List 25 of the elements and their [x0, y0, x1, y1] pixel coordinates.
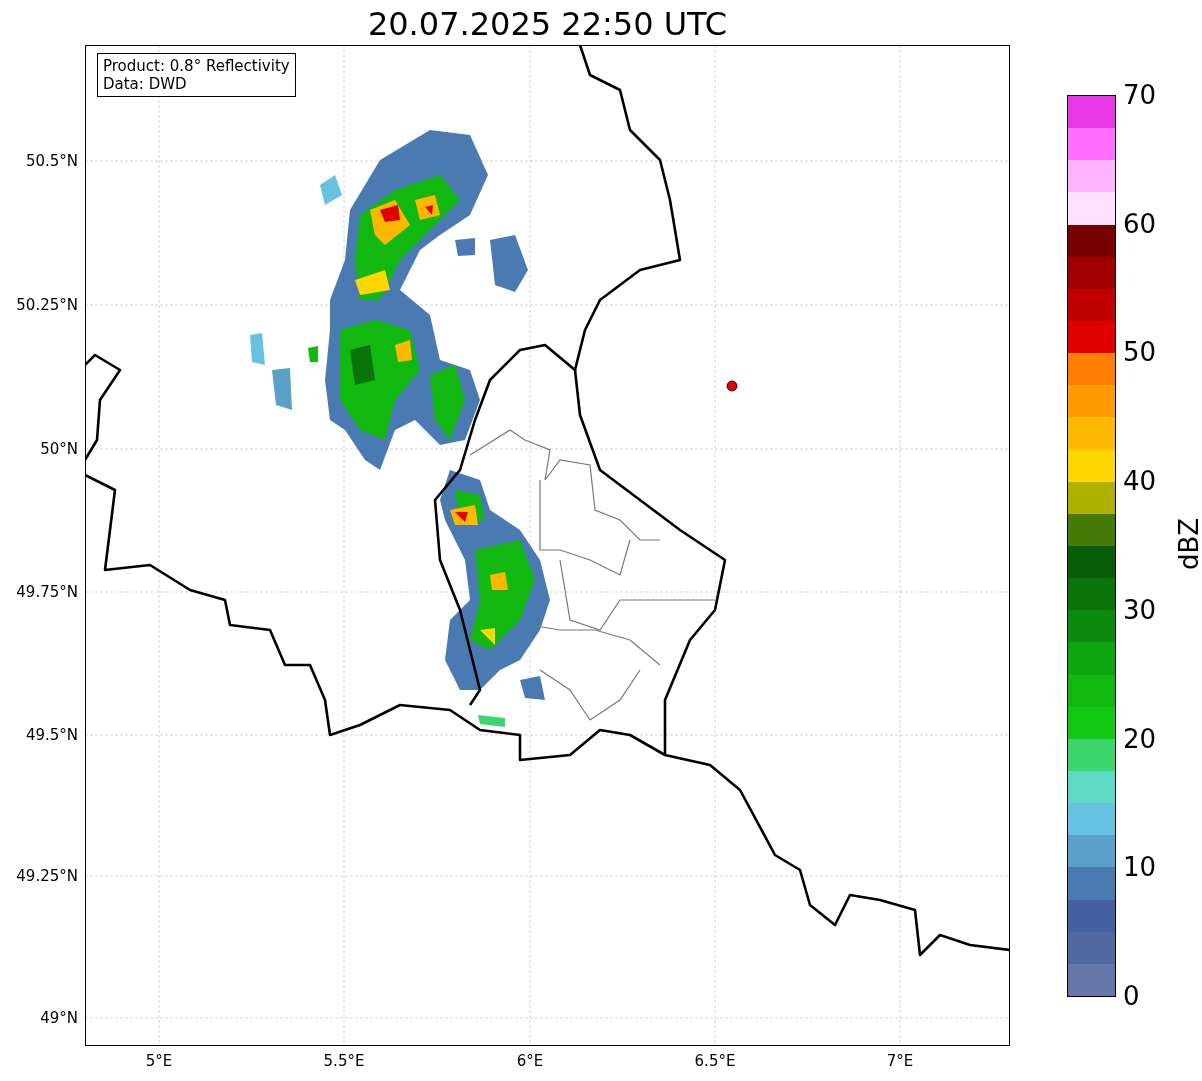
colorbar-tick-label: 20	[1123, 723, 1157, 754]
axis-tick-label: 49.5°N	[25, 726, 78, 744]
axis-tick-label: 5°E	[145, 1052, 173, 1070]
station-marker	[726, 380, 738, 392]
colorbar-tick-label: 70	[1123, 80, 1157, 110]
axis-tick-label: 6°E	[516, 1052, 544, 1070]
info-text: Data: DWD	[103, 75, 188, 93]
axis-tick-label: 6.5°E	[694, 1052, 736, 1070]
axis-tick-label: 50.5°N	[25, 152, 78, 170]
axis-tick-label: 49.75°N	[16, 583, 78, 601]
chart-title: 20.07.2025 22:50 UTC	[366, 4, 729, 45]
info-text: Product: 0.8° Reflectivity	[103, 57, 290, 75]
colorbar-tick-label: 50	[1123, 337, 1157, 368]
axis-tick-label: 5.5°E	[323, 1052, 365, 1070]
axis-tick-label: 49°N	[40, 1009, 78, 1027]
colorbar-tick-label: 10	[1123, 852, 1157, 883]
colorbar-label: dBZ	[1174, 517, 1202, 571]
axis-tick-label: 50.25°N	[16, 296, 78, 314]
colorbar-tick-label: 60	[1123, 208, 1157, 239]
colorbar-tick-label: 0	[1123, 981, 1140, 1011]
colorbar-tick-label: 30	[1123, 594, 1157, 625]
axis-tick-label: 49.25°N	[16, 867, 78, 885]
colorbar-tick-label: 40	[1123, 466, 1157, 497]
axis-tick-label: 50°N	[40, 440, 78, 458]
axis-tick-label: 7°E	[886, 1052, 914, 1070]
